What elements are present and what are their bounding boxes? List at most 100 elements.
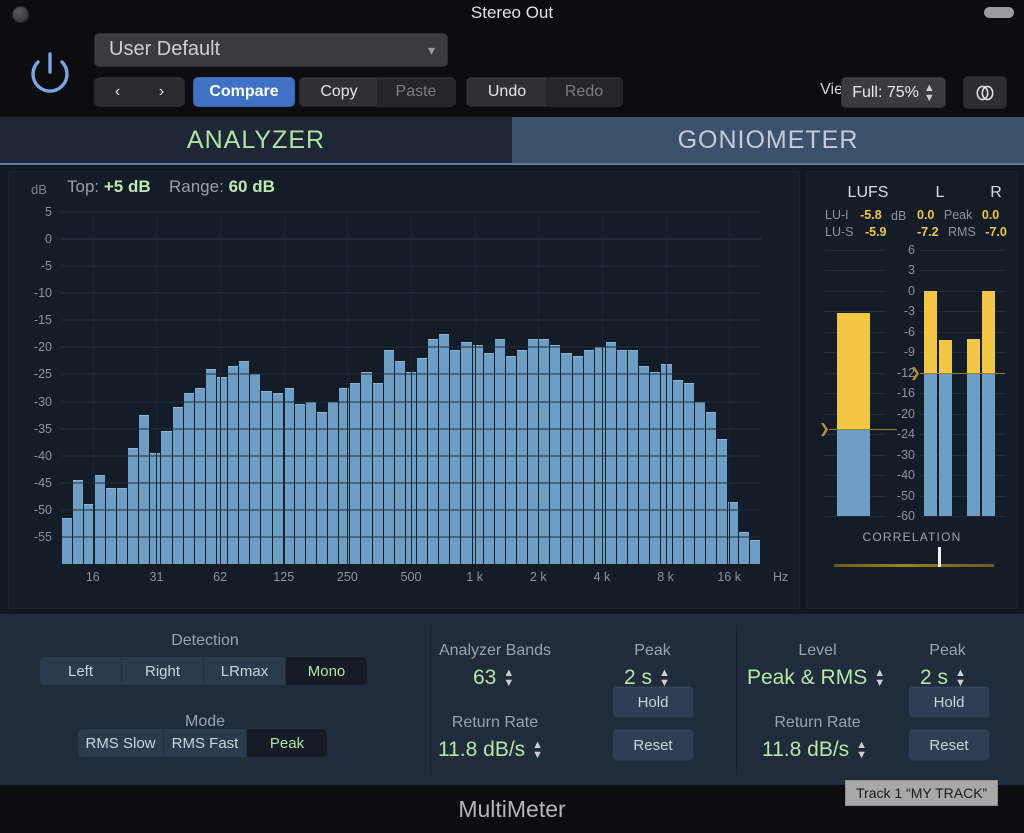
frequency-axis-unit: Hz [773,570,788,584]
spectrum-bar [184,393,194,564]
detection-segmented-control[interactable]: LeftRightLRmaxMono [40,657,367,685]
meter-scale-tick: -16 [887,386,915,400]
spectrum-bar [395,361,405,564]
y-axis-tick: -45 [6,476,61,490]
spectrum-bar [206,369,216,564]
meter-gridline [920,270,1005,271]
copy-button[interactable]: Copy [299,77,379,107]
meter-peak-segment [967,339,980,373]
meter-gridline [825,291,885,292]
spectrum-bar [317,412,327,564]
segment-mono[interactable]: Mono [286,657,367,685]
analyzer-bands-label: Analyzer Bands [400,642,590,660]
link-icon[interactable] [963,76,1007,109]
spectrum-bar [584,350,594,564]
vertical-gridline [666,212,667,564]
analyzer-range-label: Range: [169,177,224,196]
undo-button[interactable]: Undo [466,77,548,107]
x-axis-tick: 62 [213,570,227,584]
level-return-rate-value[interactable]: 11.8 dB/s ▲▼ [762,738,867,762]
view-zoom-select[interactable]: Full: 75% ▲▼ [841,77,946,108]
analyzer-peak-label: Peak [595,642,710,660]
analyzer-top-readout[interactable]: Top: +5 dB [67,177,151,197]
meter-rms-segment [924,373,937,516]
mode-segmented-control[interactable]: RMS SlowRMS FastPeak [78,729,327,757]
analyzer-return-rate-label: Return Rate [400,714,590,732]
correlation-needle [938,547,941,567]
meter-db-unit: dB [891,209,906,223]
analyzer-top-label: Top: [67,177,99,196]
meter-rms-segment [982,373,995,516]
spectrum-plot[interactable]: Hz 50-5-10-15-20-25-30-35-40-45-50-55163… [61,212,761,564]
level-reset-button[interactable]: Reset [908,729,990,761]
rms-readout-row: -7.2 RMS -7.0 [917,225,1007,239]
y-axis-tick: -20 [6,340,61,354]
spectrum-bar [417,358,427,564]
spectrum-bar [439,334,449,564]
segment-rms-slow[interactable]: RMS Slow [78,729,164,757]
segment-rms-fast[interactable]: RMS Fast [164,729,247,757]
lufs-title: LUFS [835,184,901,202]
spectrum-bar [639,366,649,564]
tab-goniometer[interactable]: GONIOMETER [512,117,1024,165]
segment-lrmax[interactable]: LRmax [204,657,286,685]
level-peak-label: Peak [890,642,1005,660]
meter-hold-line[interactable] [920,373,1005,374]
prev-preset-button[interactable]: ‹ [94,77,141,107]
meter-scale-tick: -60 [887,509,915,523]
spectrum-bar [261,391,271,564]
power-icon[interactable] [22,46,78,102]
analyzer-bands-value[interactable]: 63 ▲▼ [473,666,514,690]
meter-gridline [825,250,885,251]
analyzer-graph[interactable]: dB Top: +5 dB Range: 60 dB Hz 50-5-10-15… [8,171,800,609]
meter-hold-arrow[interactable]: ❯ [819,425,830,433]
meter-gridline [825,270,885,271]
meter-hold-line[interactable] [829,429,897,430]
stepper-icon: ▲▼ [874,668,885,688]
view-tabs: ANALYZER GONIOMETER [0,117,1024,165]
y-axis-tick: -10 [6,286,61,300]
meter-scale-tick: -50 [887,489,915,503]
vertical-gridline [220,212,221,564]
lu-i-row: LU-I -5.8 [825,208,882,222]
compare-button[interactable]: Compare [193,77,295,107]
redo-button[interactable]: Redo [546,77,623,107]
preset-selector[interactable]: User Default ▾ [94,33,448,67]
x-axis-tick: 16 k [717,570,741,584]
rms-left-value: -7.2 [917,225,939,239]
level-meter-panel: LUFS LU-I -5.8 LU-S -5.9 L R dB 0.0 Peak… [806,171,1018,609]
analyzer-reset-button[interactable]: Reset [612,729,694,761]
next-preset-button[interactable]: › [139,77,185,107]
paste-button[interactable]: Paste [377,77,456,107]
level-return-rate-label: Return Rate [730,714,905,732]
level-hold-button[interactable]: Hold [908,686,990,718]
analyzer-top-value: +5 dB [104,177,151,196]
stepper-icon: ▲▼ [856,740,867,760]
level-return-rate-number: 11.8 dB/s [762,738,849,762]
y-axis-tick: 0 [6,232,61,246]
spectrum-bar [106,488,116,564]
toolbar: Stereo Out User Default ▾ ‹ › Compare Co… [0,0,1024,118]
meter-scale-area[interactable]: 630-3-6-9-12-16-20-24-30-40-50-60❯❯ [807,242,1017,527]
x-axis-tick: 1 k [466,570,483,584]
vertical-gridline [156,212,157,564]
spectrum-bar [506,356,516,564]
meter-gridline [825,311,885,312]
analyzer-hold-button[interactable]: Hold [612,686,694,718]
analyzer-range-readout[interactable]: Range: 60 dB [169,177,275,197]
level-value[interactable]: Peak & RMS ▲▼ [747,666,885,690]
tab-analyzer[interactable]: ANALYZER [0,117,512,165]
spectrum-bar [195,388,205,564]
y-axis-tick: -40 [6,449,61,463]
spectrum-bar [228,366,238,564]
spectrum-bar [161,431,171,564]
segment-left[interactable]: Left [40,657,122,685]
segment-peak[interactable]: Peak [247,729,327,757]
analyzer-return-rate-value[interactable]: 11.8 dB/s ▲▼ [438,738,543,762]
analyzer-db-unit: dB [31,182,47,197]
y-axis-tick: -55 [6,530,61,544]
analyzer-return-rate-number: 11.8 dB/s [438,738,525,762]
segment-right[interactable]: Right [122,657,204,685]
meter-hold-arrow[interactable]: ❯ [910,369,921,377]
meter-peak-segment [924,291,937,373]
